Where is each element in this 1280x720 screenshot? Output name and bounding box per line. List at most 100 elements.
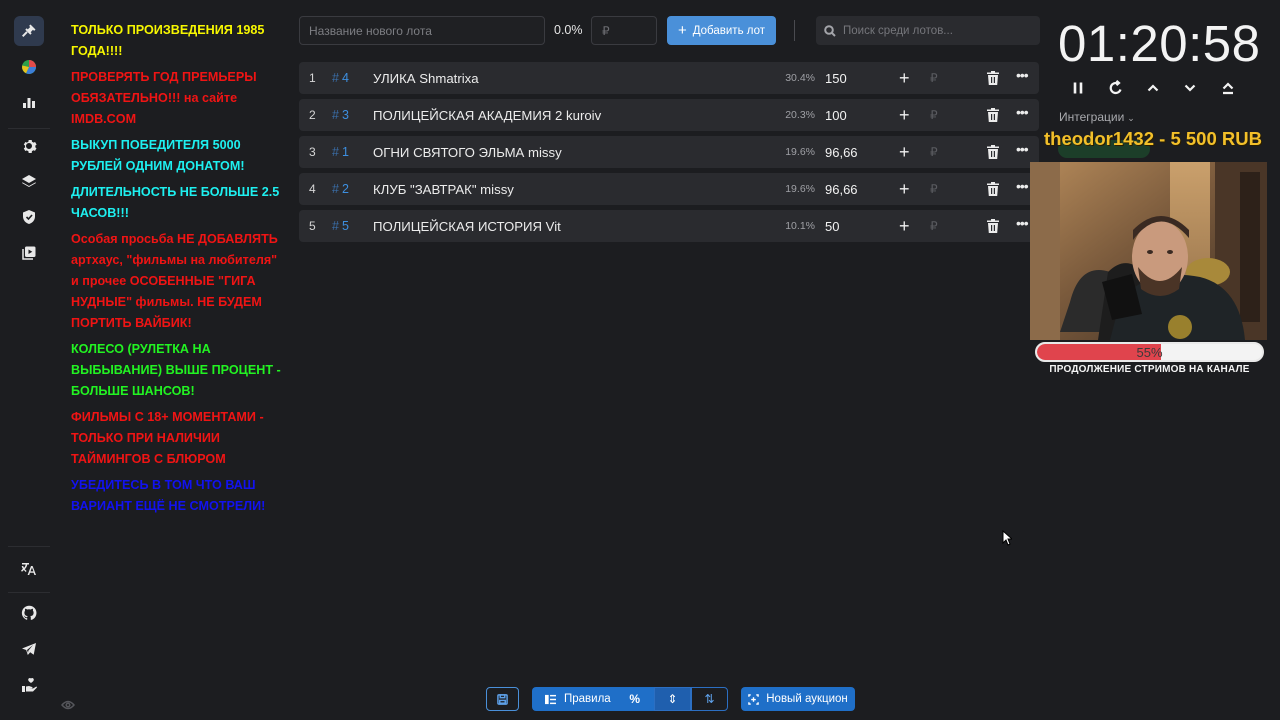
lot-currency: ₽ [930, 219, 938, 233]
lot-toolbar: 0.0% + Добавить лот [299, 16, 1040, 45]
chevron-down-icon[interactable] [1180, 78, 1200, 98]
trash-icon[interactable] [987, 71, 999, 85]
new-lot-percent: 0.0% [554, 23, 583, 37]
lot-share: 19.6% [785, 146, 815, 158]
translate-icon[interactable] [14, 553, 44, 583]
search-input[interactable] [843, 24, 1033, 37]
add-amount-button[interactable]: + [899, 143, 910, 161]
more-options-button[interactable]: ••• [1016, 141, 1029, 157]
lot-name[interactable]: УЛИКА Shmatrixa [373, 71, 479, 86]
auction-timer: 01:20:58 [1058, 15, 1261, 72]
rule-text: ПРОВЕРЯТЬ ГОД ПРЕМЬЕРЫ ОБЯЗАТЕЛЬНО!!! на… [71, 70, 257, 126]
lot-name[interactable]: ПОЛИЦЕЙСКАЯ АКАДЕМИЯ 2 kuroiv [373, 108, 601, 123]
donate-hand-icon[interactable] [14, 670, 44, 700]
pause-icon[interactable] [1068, 78, 1088, 98]
save-icon [497, 693, 508, 705]
sort-toggle-button[interactable]: ⇅ [691, 687, 728, 711]
new-auction-button[interactable]: Новый аукцион [741, 687, 855, 711]
eye-icon[interactable] [61, 697, 75, 710]
lot-share: 10.1% [785, 220, 815, 232]
chevron-up-icon[interactable] [1143, 78, 1163, 98]
add-amount-button[interactable]: + [899, 106, 910, 124]
lot-fast-id: #2 [332, 182, 349, 196]
lot-amount[interactable]: 96,66 [825, 182, 858, 197]
lot-name[interactable]: ОГНИ СВЯТОГО ЭЛЬМА missy [373, 145, 562, 160]
integrations-label: Интеграции [1059, 110, 1125, 124]
rules-button[interactable]: Правила % [532, 687, 654, 711]
trash-icon[interactable] [987, 182, 999, 196]
webcam-feed [1030, 162, 1267, 340]
github-icon[interactable] [14, 598, 44, 628]
lot-fast-id-value: 2 [341, 182, 349, 196]
hash-icon: # [332, 108, 339, 122]
reset-icon[interactable] [1106, 78, 1126, 98]
lot-fast-id-value: 3 [341, 108, 349, 122]
donation-alert: theodor1432 - 5 500 RUB [1044, 128, 1262, 149]
align-toggle-button[interactable]: ⇕ [654, 687, 691, 711]
add-lot-button[interactable]: + Добавить лот [667, 16, 776, 45]
rule-text: Особая просьба НЕ ДОБАВЛЯТЬ артхаус, "фи… [71, 232, 278, 330]
save-button[interactable] [486, 687, 519, 711]
integrations-dropdown[interactable]: Интеграции ⌄ [1059, 110, 1135, 124]
lot-row[interactable]: 5 #5 ПОЛИЦЕЙСКАЯ ИСТОРИЯ Vit 10.1% 50 + … [299, 210, 1039, 242]
lot-row[interactable]: 4 #2 КЛУБ "ЗАВТРАК" missy 19.6% 96,66 + … [299, 173, 1039, 205]
search-icon [824, 24, 836, 37]
search-box[interactable] [816, 16, 1040, 45]
more-options-button[interactable]: ••• [1016, 104, 1029, 120]
double-up-icon[interactable] [1218, 78, 1238, 98]
percent-toggle[interactable]: % [629, 692, 640, 706]
shield-icon[interactable] [14, 202, 44, 232]
lot-fast-id: #5 [332, 219, 349, 233]
settings-gear-icon[interactable] [14, 131, 44, 161]
lot-amount[interactable]: 100 [825, 108, 847, 123]
lot-currency: ₽ [930, 108, 938, 122]
video-playlist-icon[interactable] [14, 238, 44, 268]
layers-icon[interactable] [14, 167, 44, 197]
auction-hammer-icon[interactable] [14, 16, 44, 46]
rule-text: ТОЛЬКО ПРОИЗВЕДЕНИЯ 1985 ГОДА!!!! [71, 23, 265, 58]
more-options-button[interactable]: ••• [1016, 215, 1029, 231]
lots-list: 1 #4 УЛИКА Shmatrixa 30.4% 150 + ₽ ••• 2… [299, 62, 1039, 247]
new-auction-label: Новый аукцион [766, 693, 848, 705]
trash-icon[interactable] [987, 219, 999, 233]
list-icon [545, 694, 556, 704]
rules-button-group: Правила % ⇕ ⇅ [532, 687, 728, 711]
lot-amount[interactable]: 50 [825, 219, 839, 234]
wheel-icon[interactable] [14, 52, 44, 82]
lot-row[interactable]: 2 #3 ПОЛИЦЕЙСКАЯ АКАДЕМИЯ 2 kuroiv 20.3%… [299, 99, 1039, 131]
trash-icon[interactable] [987, 108, 999, 122]
lot-name[interactable]: ПОЛИЦЕЙСКАЯ ИСТОРИЯ Vit [373, 219, 561, 234]
lot-fast-id-value: 4 [341, 71, 349, 85]
lot-index: 1 [309, 71, 316, 85]
trash-icon[interactable] [987, 145, 999, 159]
more-options-button[interactable]: ••• [1016, 67, 1029, 83]
donation-goal-bar: 55% [1035, 342, 1264, 362]
auction-app: ТОЛЬКО ПРОИЗВЕДЕНИЯ 1985 ГОДА!!!! ПРОВЕР… [0, 0, 1280, 720]
hash-icon: # [332, 145, 339, 159]
lot-share: 30.4% [785, 72, 815, 84]
lot-row[interactable]: 3 #1 ОГНИ СВЯТОГО ЭЛЬМА missy 19.6% 96,6… [299, 136, 1039, 168]
add-amount-button[interactable]: + [899, 217, 910, 235]
lot-share: 20.3% [785, 109, 815, 121]
new-lot-amount-input[interactable] [591, 16, 657, 45]
more-options-button[interactable]: ••• [1016, 178, 1029, 194]
lot-index: 5 [309, 219, 316, 233]
sidebar-rail [0, 0, 58, 720]
hash-icon: # [332, 219, 339, 233]
goal-title: ПРОДОЛЖЕНИЕ СТРИМОВ НА КАНАЛЕ [1049, 364, 1250, 375]
lot-currency: ₽ [930, 71, 938, 85]
chevron-down-icon: ⌄ [1127, 113, 1135, 123]
lot-amount[interactable]: 150 [825, 71, 847, 86]
lot-amount[interactable]: 96,66 [825, 145, 858, 160]
add-amount-button[interactable]: + [899, 180, 910, 198]
new-lot-name-input[interactable] [299, 16, 545, 45]
lot-fast-id: #1 [332, 145, 349, 159]
lot-index: 3 [309, 145, 316, 159]
webcam-image [1030, 162, 1267, 340]
telegram-icon[interactable] [14, 634, 44, 664]
lot-row[interactable]: 1 #4 УЛИКА Shmatrixa 30.4% 150 + ₽ ••• [299, 62, 1039, 94]
add-amount-button[interactable]: + [899, 69, 910, 87]
lot-name[interactable]: КЛУБ "ЗАВТРАК" missy [373, 182, 514, 197]
lot-index: 2 [309, 108, 316, 122]
statistics-icon[interactable] [14, 87, 44, 117]
